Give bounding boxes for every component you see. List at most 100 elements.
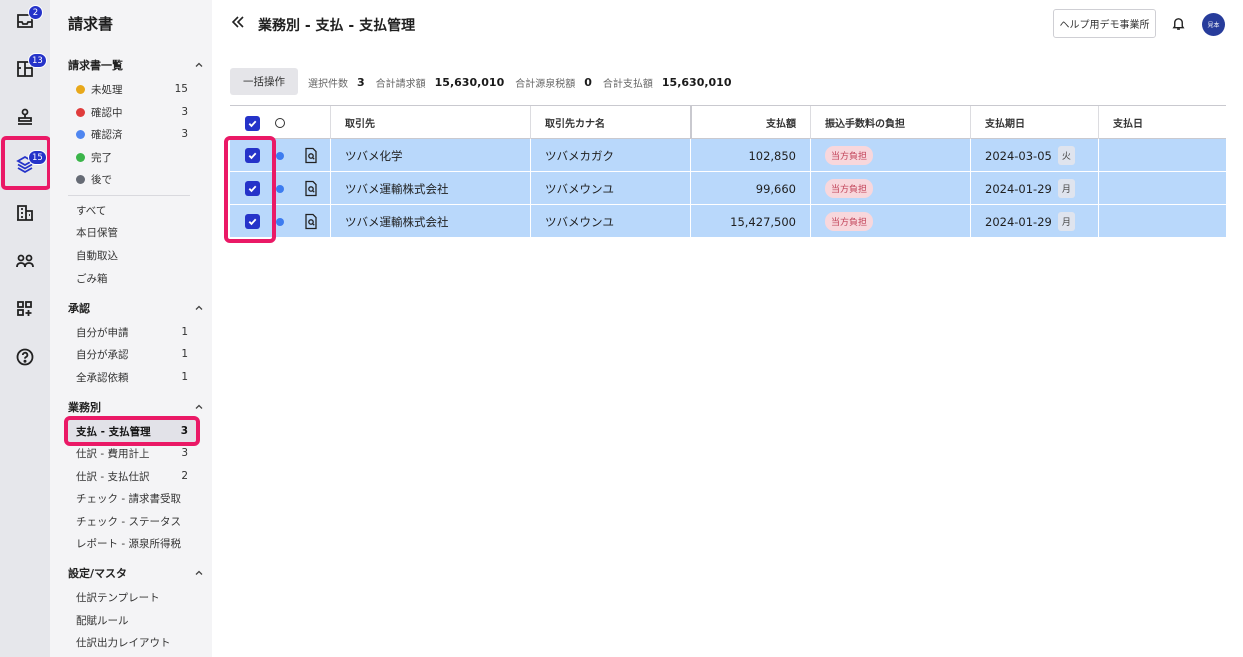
status-dot-green bbox=[76, 152, 85, 162]
sidebar-item-journal-template[interactable]: 仕訳テンプレート bbox=[76, 588, 188, 606]
total-payment-value: 15,630,010 bbox=[661, 75, 732, 89]
avatar[interactable]: 見本 bbox=[1202, 13, 1225, 36]
status-dot-blue bbox=[276, 152, 284, 160]
sidebar-item-expense-entry[interactable]: 仕訳 - 費用計上 3 bbox=[76, 444, 188, 462]
section-approval[interactable]: 承認 bbox=[68, 299, 204, 317]
rail-building[interactable] bbox=[0, 195, 50, 231]
sidebar-item-label: 確認済 bbox=[91, 128, 123, 141]
sidebar-item-done[interactable]: 完了 bbox=[76, 148, 188, 166]
sidebar-item-label: レポート - 源泉所得税 bbox=[76, 537, 181, 550]
cell-due-date: 2024-01-29 月 bbox=[970, 205, 1098, 238]
status-dot-red bbox=[76, 107, 85, 117]
sidebar-item-count: 15 bbox=[174, 83, 188, 95]
weekday-badge: 月 bbox=[1057, 179, 1075, 198]
sidebar-item-count: 3 bbox=[181, 128, 188, 140]
sidebar-item-my-request[interactable]: 自分が申請 1 bbox=[76, 323, 188, 341]
due-date: 2024-01-29 bbox=[985, 181, 1052, 196]
sidebar-item-count: 1 bbox=[181, 326, 188, 338]
sidebar-item-trash[interactable]: ごみ箱 bbox=[76, 269, 188, 287]
sidebar-item-reviewing[interactable]: 確認中 3 bbox=[76, 103, 188, 121]
fee-badge: 当方負担 bbox=[825, 179, 874, 198]
select-all-checkbox[interactable] bbox=[245, 116, 260, 131]
total-payment-label: 合計支払額 bbox=[602, 78, 653, 90]
icon-rail: 2 13 15 bbox=[0, 0, 51, 657]
due-date: 2024-01-29 bbox=[985, 214, 1052, 229]
total-invoice-value: 15,630,010 bbox=[434, 75, 505, 89]
sidebar-item-label: 自分が承認 bbox=[76, 348, 129, 361]
cell-fee: 当方負担 bbox=[810, 139, 970, 172]
sidebar-item-all-approvals[interactable]: 全承認依頼 1 bbox=[76, 368, 188, 386]
column-header-kana[interactable]: 取引先カナ名 bbox=[530, 106, 690, 139]
sidebar-item-label: 仕訳 - 費用計上 bbox=[76, 447, 150, 460]
section-business[interactable]: 業務別 bbox=[68, 398, 204, 416]
sidebar-item-reviewed[interactable]: 確認済 3 bbox=[76, 125, 188, 143]
help-demo-office-button[interactable]: ヘルプ用デモ事業所 bbox=[1053, 9, 1156, 38]
sidebar-item-check-status[interactable]: チェック - ステータス bbox=[76, 512, 188, 530]
rail-stamp[interactable] bbox=[0, 99, 50, 135]
column-header-due-date[interactable]: 支払期日 bbox=[970, 106, 1098, 139]
sidebar-item-stored-today[interactable]: 本日保管 bbox=[76, 223, 188, 241]
rail-help[interactable] bbox=[0, 339, 50, 375]
section-business-heading: 業務別 bbox=[68, 401, 101, 414]
check-icon bbox=[248, 218, 257, 226]
chevron-up-icon bbox=[195, 305, 203, 310]
table-row[interactable]: ツバメ運輸株式会社 ツバメウンユ 15,427,500 当方負担 2024-01… bbox=[230, 205, 1226, 238]
cell-paid-date bbox=[1098, 172, 1226, 205]
rail-inbox[interactable]: 2 bbox=[0, 3, 50, 39]
sidebar-item-count: 3 bbox=[181, 447, 188, 459]
status-dot-blue bbox=[276, 218, 284, 226]
sidebar-item-auto-import[interactable]: 自動取込 bbox=[76, 246, 188, 264]
table-row[interactable]: ツバメ運輸株式会社 ツバメウンユ 99,660 当方負担 2024-01-29 月 bbox=[230, 172, 1226, 205]
column-header-partner[interactable]: 取引先 bbox=[330, 106, 530, 139]
sidebar: 請求書 請求書一覧 未処理 15 確認中 3 確認済 3 完了 後で すべて 本… bbox=[50, 0, 212, 657]
bell-icon[interactable] bbox=[1171, 16, 1186, 31]
app-root: 2 13 15 請求書 請求書一覧 未処理 15 確認中 3 確認済 3 完了 … bbox=[0, 0, 1243, 657]
sidebar-item-label: すべて bbox=[76, 204, 107, 217]
sidebar-item-label: 未処理 bbox=[91, 83, 123, 96]
sidebar-item-allocation-rule[interactable]: 配賦ルール bbox=[76, 611, 188, 629]
rail-book[interactable]: 13 bbox=[0, 51, 50, 87]
bulk-action-button[interactable]: 一括操作 bbox=[230, 68, 298, 95]
double-chevron-left-icon[interactable] bbox=[230, 14, 246, 30]
sidebar-title: 請求書 bbox=[68, 15, 114, 33]
sidebar-item-journal-output-layout[interactable]: 仕訳出力レイアウト bbox=[76, 633, 188, 651]
sidebar-item-label: 配賦ルール bbox=[76, 614, 129, 627]
sidebar-item-my-approval[interactable]: 自分が承認 1 bbox=[76, 345, 188, 363]
column-header-fee[interactable]: 振込手数料の負担 bbox=[810, 106, 970, 139]
book-badge: 13 bbox=[28, 53, 47, 68]
sidebar-item-label: 全承認依頼 bbox=[76, 371, 129, 384]
column-header-paid-date[interactable]: 支払日 bbox=[1098, 106, 1226, 139]
sidebar-item-label: 仕訳テンプレート bbox=[76, 591, 160, 604]
row-checkbox[interactable] bbox=[245, 148, 260, 163]
chevron-up-icon bbox=[195, 404, 203, 409]
sidebar-item-payment-entry[interactable]: 仕訳 - 支払仕訳 2 bbox=[76, 467, 188, 485]
section-settings[interactable]: 設定/マスタ bbox=[68, 564, 204, 582]
section-invoice-list[interactable]: 請求書一覧 bbox=[68, 56, 204, 74]
cell-kana: ツバメカガク bbox=[530, 139, 690, 172]
rail-layers[interactable]: 15 bbox=[0, 146, 50, 182]
sidebar-item-check-receipt[interactable]: チェック - 請求書受取 bbox=[76, 489, 188, 507]
document-search-icon[interactable] bbox=[303, 147, 319, 164]
row-checkbox[interactable] bbox=[245, 181, 260, 196]
document-search-icon[interactable] bbox=[303, 213, 319, 230]
rail-apps[interactable] bbox=[0, 291, 50, 327]
sidebar-item-withholding-report[interactable]: レポート - 源泉所得税 bbox=[76, 534, 188, 552]
sidebar-item-label: 後で bbox=[91, 173, 112, 186]
document-search-icon[interactable] bbox=[303, 180, 319, 197]
cell-due-date: 2024-03-05 火 bbox=[970, 139, 1098, 172]
column-header-amount[interactable]: 支払額 bbox=[690, 106, 810, 139]
fee-badge: 当方負担 bbox=[825, 146, 874, 165]
row-checkbox[interactable] bbox=[245, 214, 260, 229]
chevron-up-icon bbox=[195, 570, 203, 575]
sidebar-item-all[interactable]: すべて bbox=[76, 201, 188, 219]
sidebar-item-later[interactable]: 後で bbox=[76, 170, 188, 188]
layers-badge: 15 bbox=[28, 150, 47, 165]
cell-kana: ツバメウンユ bbox=[530, 205, 690, 238]
fee-badge: 当方負担 bbox=[825, 212, 874, 231]
section-approval-heading: 承認 bbox=[68, 302, 90, 315]
cell-paid-date bbox=[1098, 139, 1226, 172]
table-row[interactable]: ツバメ化学 ツバメカガク 102,850 当方負担 2024-03-05 火 bbox=[230, 139, 1226, 172]
cell-due-date: 2024-01-29 月 bbox=[970, 172, 1098, 205]
rail-people[interactable] bbox=[0, 243, 50, 279]
sidebar-item-unprocessed[interactable]: 未処理 15 bbox=[76, 80, 188, 98]
